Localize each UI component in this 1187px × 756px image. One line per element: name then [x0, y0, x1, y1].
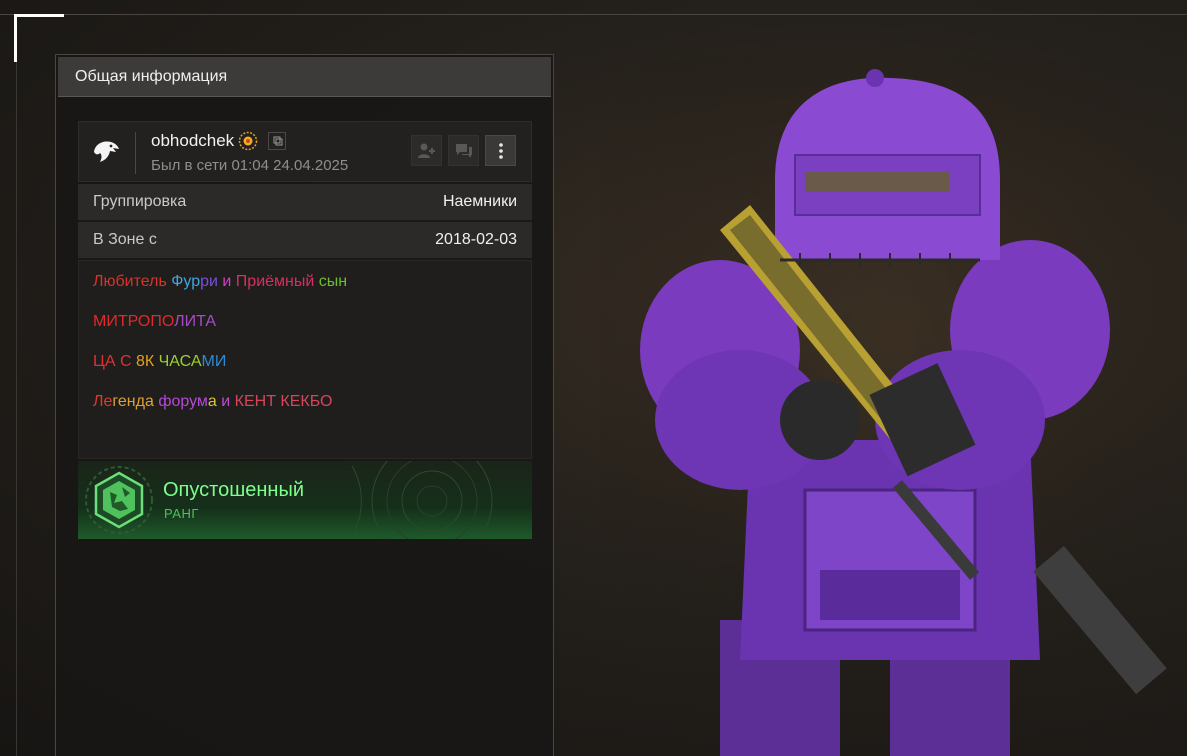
add-friend-button[interactable]: [411, 135, 442, 166]
more-vertical-icon: [498, 142, 503, 159]
username[interactable]: obhodchek: [151, 131, 234, 151]
faction-label: Группировка: [93, 193, 187, 210]
rank-label: РАНГ: [164, 506, 199, 521]
rank-icon: [85, 466, 153, 534]
character-model-preview[interactable]: [600, 60, 1187, 756]
bio-text-segment: ЧАСА: [158, 353, 202, 370]
message-button[interactable]: [448, 135, 479, 166]
general-info-panel: Общая информация obhodchek Был в сети 01…: [55, 54, 554, 756]
bio-text-segment: сын: [318, 273, 348, 290]
bio-text-segment: Приёмный: [235, 273, 319, 290]
avatar-separator: [135, 132, 136, 174]
bio-text-segment: и: [217, 273, 236, 290]
bio-text-segment: КЕНТ КЕКБО: [234, 393, 333, 410]
zone-since-label: В Зоне с: [93, 231, 157, 248]
bio-text-segment: МИТРОПО: [93, 313, 175, 330]
rank-background-decoration: [351, 461, 493, 539]
bio-text-segment: 8К: [135, 353, 159, 370]
bio-text-segment: Любитель: [93, 273, 172, 290]
bio-text-segment: и: [216, 393, 235, 410]
faction-value: Наемники: [442, 193, 517, 210]
zone-since-row: В Зоне с 2018-02-03: [78, 222, 532, 259]
rank-name: Опустошенный: [163, 479, 305, 501]
zone-since-value: 2018-02-03: [435, 231, 517, 248]
bio-text-segment: ЦА С: [93, 353, 136, 370]
bio-text-segment: форум: [158, 393, 208, 410]
faction-row: Группировка Наемники: [78, 184, 532, 221]
add-friend-icon: [417, 143, 435, 158]
left-divider: [16, 62, 17, 756]
more-options-button[interactable]: [485, 135, 516, 166]
bio-line: Любитель Фурри и Приёмный сын: [93, 272, 517, 312]
last-seen-status: Был в сети 01:04 24.04.2025: [151, 157, 349, 174]
bio-text-segment: Ле: [93, 393, 113, 410]
bio-text-segment: ЛИТА: [174, 313, 217, 330]
sun-badge-icon[interactable]: [238, 131, 258, 151]
bio-text-segment: генда: [112, 393, 159, 410]
user-card: obhodchek Был в сети 01:04 24.04.2025: [78, 121, 532, 182]
bio-text-segment: МИ: [201, 353, 227, 370]
bio-text-segment: ри: [200, 273, 218, 290]
copy-icon[interactable]: [268, 132, 286, 150]
bio-text-segment: а: [207, 393, 217, 410]
top-divider: [0, 14, 1187, 15]
panel-header: Общая информация: [58, 57, 551, 97]
chat-icon: [455, 143, 472, 158]
eagle-icon[interactable]: [91, 136, 121, 166]
bio-line: ЦА С 8К ЧАСАМИ: [93, 352, 517, 392]
panel-title: Общая информация: [75, 67, 228, 85]
bio-line: Легенда форума и КЕНТ КЕКБО: [93, 392, 517, 432]
rank-block: Опустошенный РАНГ: [78, 461, 532, 539]
bio-block: Любитель Фурри и Приёмный сын МИТРОПОЛИТ…: [78, 260, 532, 459]
bio-text-segment: Фур: [171, 273, 201, 290]
bio-line: МИТРОПОЛИТА: [93, 312, 517, 352]
